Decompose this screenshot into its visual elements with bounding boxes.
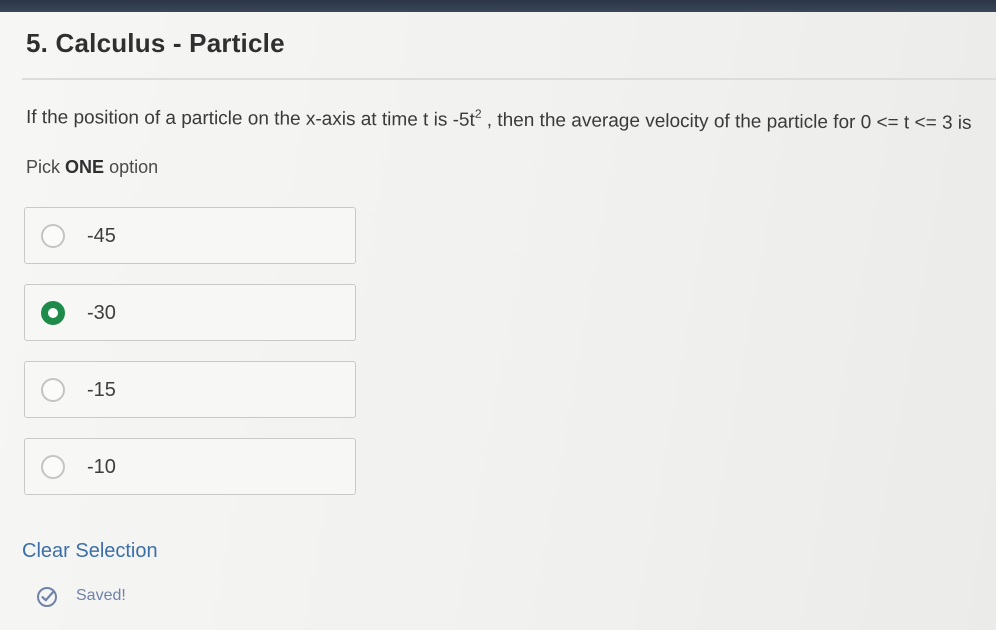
top-window-strip [0,0,996,12]
option-minus-30[interactable]: -30 [24,284,356,341]
question-text-main: If the position of a particle on the x-a… [25,107,475,131]
radio-minus-15[interactable] [41,378,65,402]
question-title: 5. Calculus - Particle [26,28,285,58]
check-circle-icon [37,587,57,607]
instruction-emphasis: ONE [65,157,105,177]
option-minus-10[interactable]: -10 [24,438,356,495]
option-minus-45[interactable]: -45 [24,207,356,264]
option-label: -15 [87,379,116,401]
radio-minus-30[interactable] [41,301,65,325]
title-divider [22,78,996,80]
option-minus-15[interactable]: -15 [24,361,356,418]
saved-label: Saved! [76,587,126,604]
option-label: -10 [87,456,116,478]
option-label: -45 [87,225,116,247]
radio-minus-45[interactable] [41,224,65,248]
question-page: 5. Calculus - Particle If the position o… [0,12,996,630]
radio-minus-10[interactable] [41,455,65,479]
question-text-tail: , then the average velocity of the parti… [481,109,972,134]
instruction-suffix: option [109,157,159,177]
clear-selection-link[interactable]: Clear Selection [22,540,158,563]
instruction-prefix: Pick [26,157,61,177]
option-label: -30 [87,302,116,324]
question-text: If the position of a particle on the x-a… [26,104,996,135]
pick-instruction: Pick ONE option [26,157,158,178]
